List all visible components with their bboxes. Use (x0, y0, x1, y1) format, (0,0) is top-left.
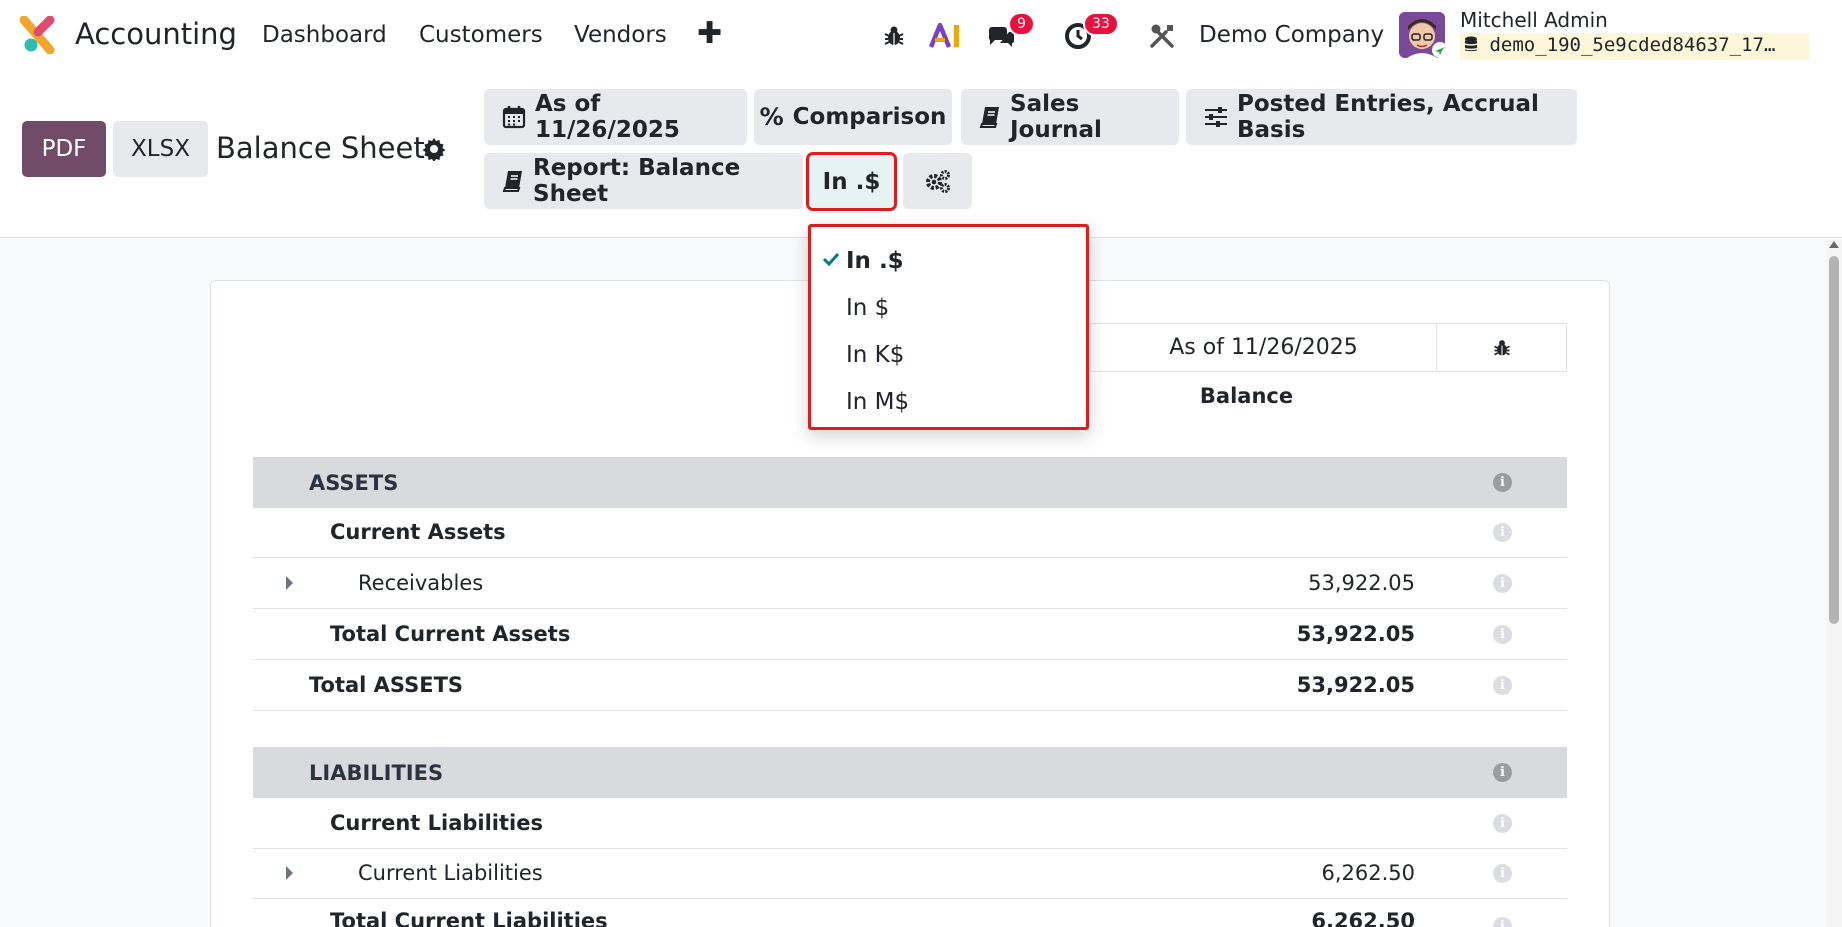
option-label: In .$ (846, 247, 904, 274)
xlsx-button[interactable]: XLSX (113, 121, 208, 177)
date-filter-button[interactable]: As of 11/26/2025 (484, 89, 747, 145)
book-icon (502, 171, 522, 192)
row-label: Current Liabilities (330, 811, 543, 835)
info-icon[interactable]: i (1493, 625, 1512, 644)
database-name-text: demo_190_5e9cded84637_17… (1489, 34, 1776, 56)
report-total-row[interactable]: Total Current Liabilities 6,262.50 i (253, 899, 1567, 927)
row-amount: 6,262.50 (1311, 909, 1415, 927)
options-filter-button[interactable]: Posted Entries, Accrual Basis (1186, 89, 1577, 145)
journal-filter-button[interactable]: Sales Journal (961, 89, 1179, 145)
row-label: Current Liabilities (358, 861, 543, 885)
info-icon[interactable]: i (1493, 676, 1512, 695)
user-name[interactable]: Mitchell Admin (1460, 8, 1608, 32)
row-amount: 53,922.05 (1296, 673, 1415, 697)
row-label: LIABILITIES (309, 760, 444, 785)
option-label: In $ (846, 294, 890, 321)
rounding-option-units[interactable]: In $ (811, 284, 1086, 331)
report-section-row[interactable]: ASSETS i (253, 457, 1567, 508)
row-label: Total Current Assets (330, 622, 571, 646)
row-label: ASSETS (309, 470, 399, 495)
calendar-icon (502, 106, 526, 129)
rounding-option-cents[interactable]: In .$ (811, 237, 1086, 284)
options-filter-label: Posted Entries, Accrual Basis (1237, 91, 1539, 143)
menu-vendors[interactable]: Vendors (574, 22, 667, 48)
column-header-date[interactable]: As of 11/26/2025 (1090, 323, 1437, 372)
scroll-up-arrow-icon[interactable] (1829, 241, 1839, 248)
gear-icon[interactable] (422, 137, 446, 161)
expand-caret-icon[interactable] (286, 576, 293, 590)
report-grand-total-row[interactable]: Total ASSETS 53,922.05 i (253, 660, 1567, 711)
rounding-option-thousands[interactable]: In K$ (811, 331, 1086, 378)
column-subheader-balance: Balance (1199, 384, 1294, 408)
rounding-label: In .$ (822, 168, 881, 195)
row-label: Total Current Liabilities (330, 909, 608, 927)
option-label: In K$ (846, 341, 905, 368)
checkmark-icon (823, 252, 839, 266)
info-icon[interactable]: i (1493, 917, 1512, 927)
company-switcher[interactable]: Demo Company (1199, 22, 1384, 48)
row-label: Receivables (358, 571, 484, 595)
settings-cogs-button[interactable] (903, 153, 972, 209)
comparison-label: Comparison (792, 104, 947, 130)
user-status-airplane-icon (1432, 42, 1448, 58)
report-section-row[interactable]: LIABILITIES i (253, 747, 1567, 798)
journal-filter-label: Sales Journal (1010, 91, 1102, 143)
expand-caret-icon[interactable] (286, 866, 293, 880)
bug-icon (1493, 339, 1510, 355)
column-header-debug[interactable] (1436, 323, 1567, 372)
rounding-option-millions[interactable]: In M$ (811, 378, 1086, 425)
cogs-icon (925, 170, 950, 193)
book-icon (979, 107, 999, 128)
database-icon (1465, 36, 1477, 52)
pdf-button[interactable]: PDF (22, 121, 106, 177)
info-icon[interactable]: i (1493, 473, 1512, 492)
plus-icon[interactable]: ✚ (697, 16, 722, 51)
report-total-row[interactable]: Total Current Assets 53,922.05 i (253, 609, 1567, 660)
percent-icon: % (759, 103, 784, 131)
report-variant-label: Report: Balance Sheet (533, 155, 741, 207)
scrollbar-thumb[interactable] (1829, 256, 1839, 624)
info-icon[interactable]: i (1493, 523, 1512, 542)
info-icon[interactable]: i (1493, 763, 1512, 782)
info-icon[interactable]: i (1493, 864, 1512, 883)
row-label: Total ASSETS (309, 673, 464, 697)
report-variant-button[interactable]: Report: Balance Sheet (484, 153, 803, 209)
page-title: Balance Sheet (216, 131, 425, 165)
date-filter-label: As of 11/26/2025 (535, 91, 680, 143)
comparison-button[interactable]: % Comparison (754, 89, 952, 145)
app-name[interactable]: Accounting (75, 17, 237, 51)
report-line-row[interactable]: Receivables 53,922.05 i (253, 558, 1567, 609)
report-group-row[interactable]: Current Liabilities i (253, 798, 1567, 849)
accounting-app-icon[interactable] (20, 16, 58, 54)
option-label: In M$ (846, 388, 910, 415)
menu-customers[interactable]: Customers (419, 22, 543, 48)
database-name: demo_190_5e9cded84637_17… (1460, 33, 1809, 60)
sliders-icon (1205, 107, 1227, 127)
messages-badge: 9 (1008, 12, 1035, 36)
row-label: Current Assets (330, 520, 506, 544)
rounding-button[interactable]: In .$ (806, 152, 897, 211)
rounding-dropdown: In .$ In $ In K$ In M$ (808, 224, 1089, 430)
ai-icon[interactable] (928, 20, 964, 52)
row-amount[interactable]: 53,922.05 (1308, 571, 1415, 595)
top-navbar: Accounting Dashboard Customers Vendors ✚… (0, 0, 1842, 72)
row-amount[interactable]: 6,262.50 (1321, 861, 1415, 885)
debug-bug-icon[interactable] (878, 20, 910, 52)
tools-icon[interactable] (1146, 20, 1178, 52)
info-icon[interactable]: i (1493, 814, 1512, 833)
report-group-row[interactable]: Current Assets i (253, 507, 1567, 558)
row-amount: 53,922.05 (1296, 622, 1415, 646)
menu-dashboard[interactable]: Dashboard (262, 22, 387, 48)
info-icon[interactable]: i (1493, 574, 1512, 593)
activities-badge: 33 (1083, 12, 1119, 36)
report-line-row[interactable]: Current Liabilities 6,262.50 i (253, 848, 1567, 899)
